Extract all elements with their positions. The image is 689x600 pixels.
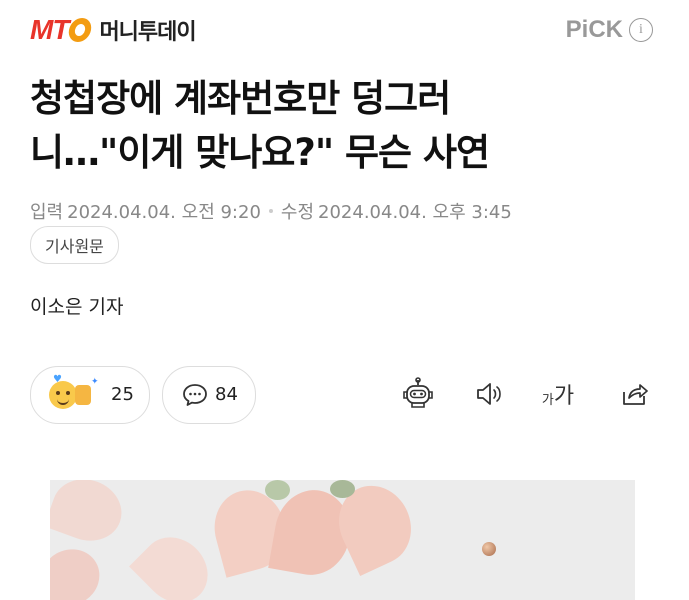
input-datetime: 2024.04.04. 오전 9:20 bbox=[67, 202, 261, 223]
share-button[interactable] bbox=[614, 374, 654, 414]
leaf-shape bbox=[330, 480, 355, 498]
input-label: 입력 bbox=[30, 202, 64, 223]
original-article-button[interactable]: 기사원문 bbox=[30, 226, 119, 264]
petal-shape bbox=[50, 480, 131, 551]
font-size-small-glyph: 가 bbox=[541, 392, 554, 408]
logo[interactable]: MT 머니투데이 bbox=[30, 14, 197, 46]
meta-separator bbox=[268, 209, 273, 213]
petal-shape bbox=[129, 524, 221, 600]
font-size-big-glyph: 가 bbox=[553, 384, 575, 409]
leaf-shape bbox=[265, 480, 290, 500]
font-size-button[interactable]: 가가 bbox=[538, 374, 578, 414]
title-line-1: 청첩장에 계좌번호만 덩그러 bbox=[30, 77, 451, 120]
comment-count: 84 bbox=[215, 384, 238, 405]
pick-label: PiCK bbox=[565, 16, 623, 43]
reaction-count: 25 bbox=[111, 384, 134, 405]
header: MT 머니투데이 PiCK i bbox=[0, 0, 689, 60]
comment-bubble-icon bbox=[181, 381, 209, 413]
sparkle-icon: ✦ bbox=[91, 377, 99, 387]
petal-shape bbox=[50, 538, 110, 600]
comment-button[interactable]: 84 bbox=[162, 366, 256, 424]
logo-o-icon bbox=[67, 18, 94, 42]
modified-label: 수정 bbox=[280, 202, 315, 223]
share-icon bbox=[623, 384, 648, 405]
ai-summary-button[interactable] bbox=[398, 374, 438, 414]
heart-icon: ♥ bbox=[53, 374, 62, 385]
thumb-icon bbox=[75, 385, 91, 405]
article-meta: 입력 2024.04.04. 오전 9:20 수정 2024.04.04. 오후… bbox=[30, 198, 512, 224]
action-bar: ♥ ✦ 25 84 가 가 bbox=[30, 366, 660, 426]
logo-name: 머니투데이 bbox=[99, 20, 196, 45]
logo-mark: MT bbox=[30, 14, 69, 45]
info-icon[interactable]: i bbox=[629, 18, 653, 42]
article-image bbox=[50, 480, 635, 600]
ai-robot-icon bbox=[403, 377, 433, 408]
title-line-2: 니…"이게 맞나요?" 무슨 사연 bbox=[30, 131, 490, 174]
reporter-name[interactable]: 이소은 기자 bbox=[30, 292, 123, 319]
speaker-icon bbox=[477, 383, 501, 405]
read-aloud-button[interactable] bbox=[470, 374, 510, 414]
modified-datetime: 2024.04.04. 오후 3:45 bbox=[318, 202, 512, 223]
reaction-button[interactable]: ♥ ✦ 25 bbox=[30, 366, 150, 424]
reaction-emoji-icon bbox=[49, 381, 77, 409]
pearl-bead bbox=[482, 542, 496, 556]
pick-badge[interactable]: PiCK i bbox=[566, 16, 653, 44]
article-title: 청첩장에 계좌번호만 덩그러 니…"이게 맞나요?" 무슨 사연 bbox=[30, 72, 660, 180]
